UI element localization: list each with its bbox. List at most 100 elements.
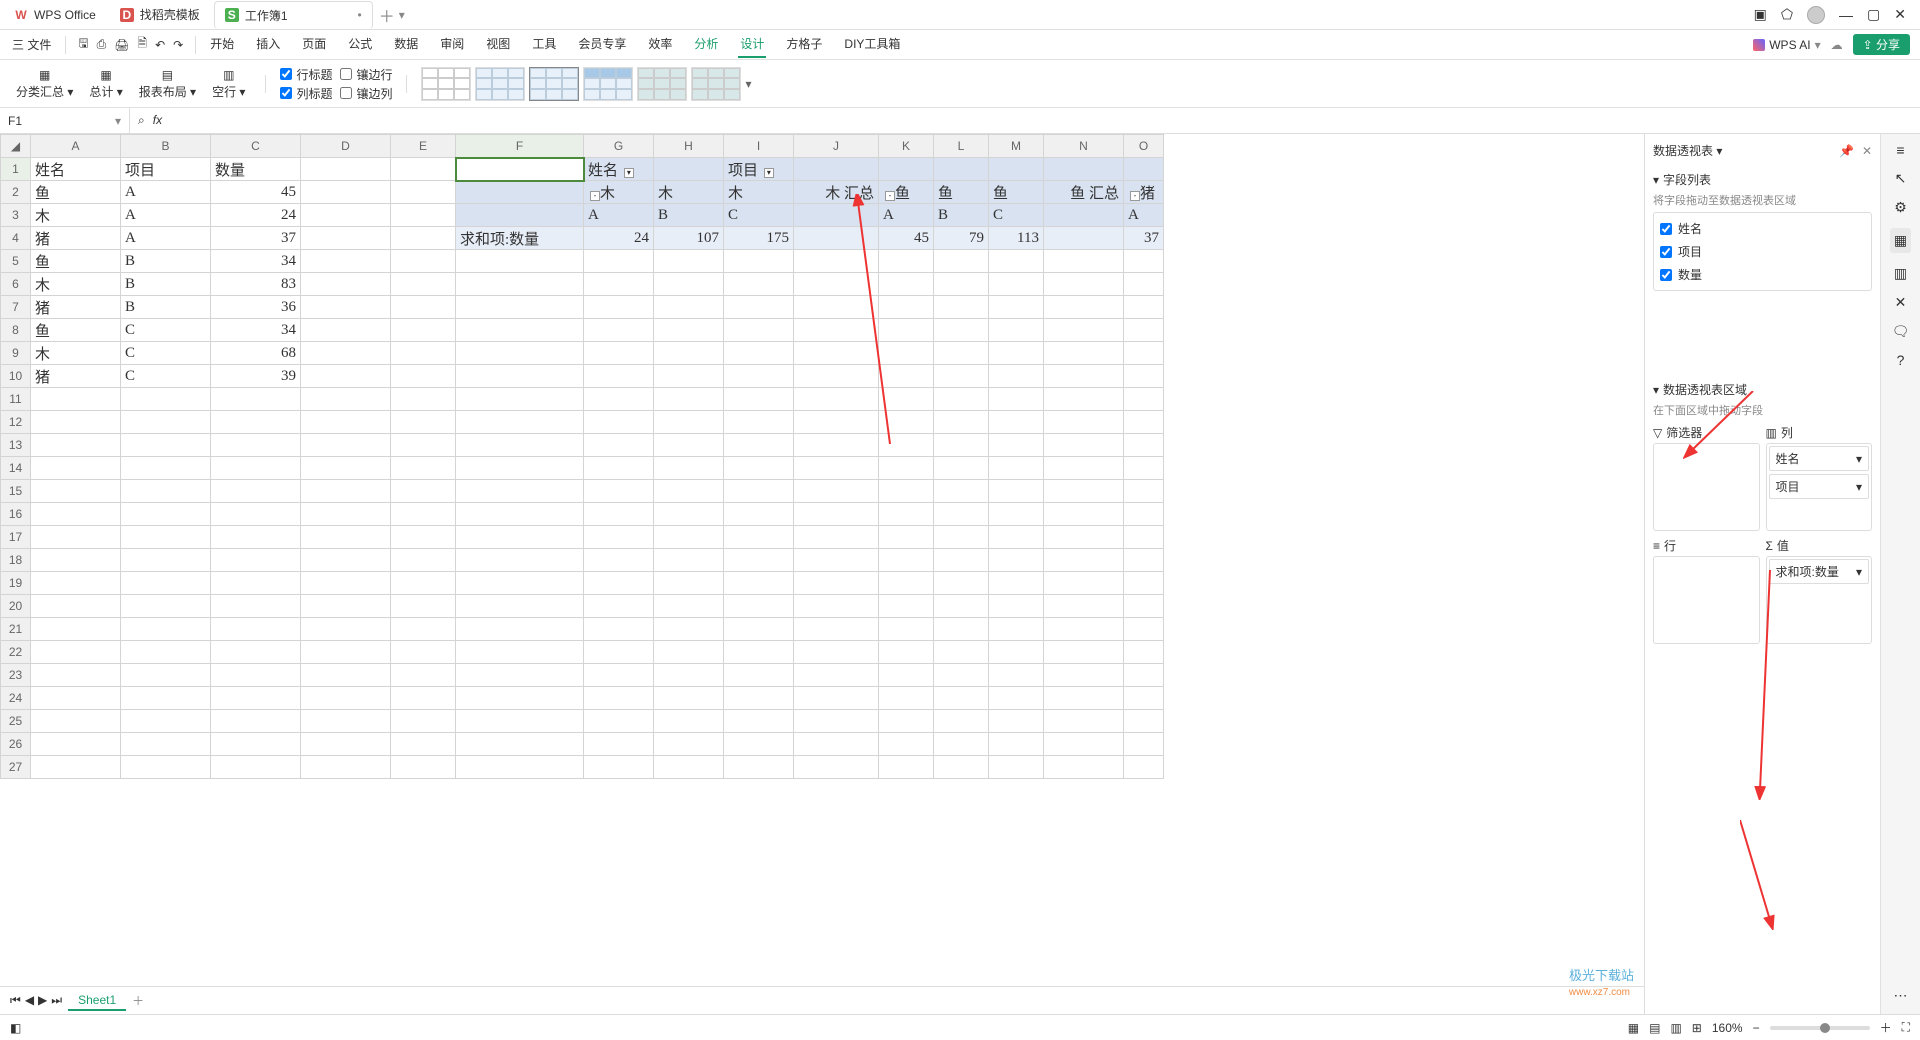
row-header-20[interactable]: 20 <box>1 595 31 618</box>
ribbon-total[interactable]: ▦总计 ▾ <box>83 65 128 102</box>
cell-I1[interactable]: 项目 ▾ <box>724 158 794 181</box>
cell-A13[interactable] <box>31 434 121 457</box>
cell-M1[interactable] <box>989 158 1044 181</box>
ribbon-blankrow[interactable]: ▥空行 ▾ <box>206 65 251 102</box>
row-header-14[interactable]: 14 <box>1 457 31 480</box>
cell-E27[interactable] <box>391 756 456 779</box>
cell-K1[interactable] <box>879 158 934 181</box>
cell-E24[interactable] <box>391 687 456 710</box>
cell-F6[interactable] <box>456 273 584 296</box>
row-area[interactable] <box>1653 556 1760 644</box>
cell-C16[interactable] <box>211 503 301 526</box>
cell-E9[interactable] <box>391 342 456 365</box>
cell-B3[interactable]: A <box>121 204 211 227</box>
cell-N20[interactable] <box>1044 595 1124 618</box>
cell-G26[interactable] <box>584 733 654 756</box>
cell-I22[interactable] <box>724 641 794 664</box>
cell-O27[interactable] <box>1124 756 1164 779</box>
col-header-E[interactable]: E <box>391 135 456 158</box>
rail-select-icon[interactable]: ↖ <box>1895 170 1907 187</box>
col-item-name[interactable]: 姓名▾ <box>1769 446 1870 471</box>
cell-I21[interactable] <box>724 618 794 641</box>
cell-J1[interactable] <box>794 158 879 181</box>
menu-fanggezi[interactable]: 方格子 <box>784 31 824 58</box>
collapse-icon[interactable]: ▾ <box>1653 173 1659 187</box>
cell-C4[interactable]: 37 <box>211 227 301 250</box>
col-header-B[interactable]: B <box>121 135 211 158</box>
cell-L13[interactable] <box>934 434 989 457</box>
cell-M8[interactable] <box>989 319 1044 342</box>
cell-B15[interactable] <box>121 480 211 503</box>
cell-O9[interactable] <box>1124 342 1164 365</box>
sheet-add[interactable]: ＋ <box>132 992 144 1009</box>
cell-J3[interactable] <box>794 204 879 227</box>
cell-J16[interactable] <box>794 503 879 526</box>
cell-N5[interactable] <box>1044 250 1124 273</box>
cell-K24[interactable] <box>879 687 934 710</box>
cell-L11[interactable] <box>934 388 989 411</box>
cell-B26[interactable] <box>121 733 211 756</box>
cell-M14[interactable] <box>989 457 1044 480</box>
col-header-D[interactable]: D <box>301 135 391 158</box>
cell-F21[interactable] <box>456 618 584 641</box>
cell-K27[interactable] <box>879 756 934 779</box>
cell-H20[interactable] <box>654 595 724 618</box>
chk-col-header[interactable]: 列标题 <box>280 85 332 102</box>
cell-D16[interactable] <box>301 503 391 526</box>
cell-M23[interactable] <box>989 664 1044 687</box>
cell-J12[interactable] <box>794 411 879 434</box>
menu-insert[interactable]: 插入 <box>254 31 282 58</box>
cell-N6[interactable] <box>1044 273 1124 296</box>
chk-banded-row[interactable]: 镶边行 <box>340 66 392 83</box>
cell-K13[interactable] <box>879 434 934 457</box>
cell-H22[interactable] <box>654 641 724 664</box>
cell-I17[interactable] <box>724 526 794 549</box>
cell-H6[interactable] <box>654 273 724 296</box>
cell-K26[interactable] <box>879 733 934 756</box>
cell-O23[interactable] <box>1124 664 1164 687</box>
avatar[interactable] <box>1807 6 1825 24</box>
close-panel-icon[interactable]: ✕ <box>1862 144 1872 158</box>
cell-A7[interactable]: 猪 <box>31 296 121 319</box>
cell-I25[interactable] <box>724 710 794 733</box>
cell-L18[interactable] <box>934 549 989 572</box>
menu-design[interactable]: 设计 <box>738 31 766 58</box>
sheet-nav-prev[interactable]: ◀ <box>25 993 34 1008</box>
cell-H4[interactable]: 107 <box>654 227 724 250</box>
row-header-4[interactable]: 4 <box>1 227 31 250</box>
cell-D1[interactable] <box>301 158 391 181</box>
cell-B25[interactable] <box>121 710 211 733</box>
cell-K19[interactable] <box>879 572 934 595</box>
cell-K9[interactable] <box>879 342 934 365</box>
col-header-C[interactable]: C <box>211 135 301 158</box>
cell-D10[interactable] <box>301 365 391 388</box>
style-item-6[interactable] <box>691 67 741 101</box>
row-header-2[interactable]: 2 <box>1 181 31 204</box>
cell-D5[interactable] <box>301 250 391 273</box>
cell-O15[interactable] <box>1124 480 1164 503</box>
cell-F1[interactable] <box>456 158 584 181</box>
cell-B10[interactable]: C <box>121 365 211 388</box>
cell-E7[interactable] <box>391 296 456 319</box>
cell-M24[interactable] <box>989 687 1044 710</box>
cell-N3[interactable] <box>1044 204 1124 227</box>
cell-A22[interactable] <box>31 641 121 664</box>
cell-F17[interactable] <box>456 526 584 549</box>
cell-M22[interactable] <box>989 641 1044 664</box>
row-header-1[interactable]: 1 <box>1 158 31 181</box>
cell-B9[interactable]: C <box>121 342 211 365</box>
cell-A9[interactable]: 木 <box>31 342 121 365</box>
cell-M7[interactable] <box>989 296 1044 319</box>
cell-C8[interactable]: 34 <box>211 319 301 342</box>
cell-H11[interactable] <box>654 388 724 411</box>
cell-G16[interactable] <box>584 503 654 526</box>
cell-J13[interactable] <box>794 434 879 457</box>
style-item-5[interactable] <box>637 67 687 101</box>
cell-F19[interactable] <box>456 572 584 595</box>
cloud-icon[interactable]: ☁ <box>1831 38 1843 52</box>
cell-N19[interactable] <box>1044 572 1124 595</box>
cell-H12[interactable] <box>654 411 724 434</box>
menu-member[interactable]: 会员专享 <box>576 31 628 58</box>
cell-F24[interactable] <box>456 687 584 710</box>
cell-L7[interactable] <box>934 296 989 319</box>
